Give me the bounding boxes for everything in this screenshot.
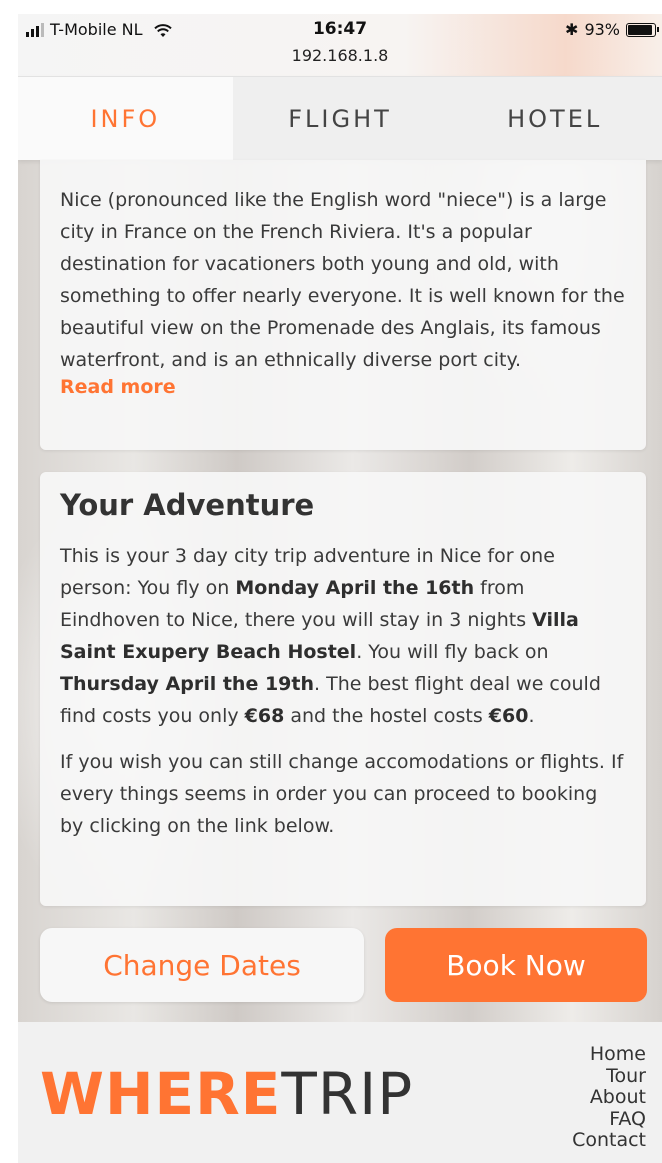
- tab-flight[interactable]: FLIGHT: [233, 77, 448, 160]
- summary-text: . You will fly back on: [356, 641, 549, 663]
- departure-date: Monday April the 16th: [235, 577, 475, 599]
- hostel-price: €60: [488, 705, 529, 727]
- adventure-card: Your Adventure This is your 3 day city t…: [40, 472, 646, 906]
- wheretrip-logo[interactable]: WHERETRIP: [40, 1060, 413, 1128]
- adventure-summary: This is your 3 day city trip adventure i…: [60, 540, 626, 732]
- tab-info[interactable]: INFO: [18, 77, 233, 160]
- adventure-note: If you wish you can still change accomod…: [60, 751, 624, 837]
- book-now-button[interactable]: Book Now: [385, 928, 647, 1002]
- footer: WHERETRIP Home Tour About FAQ Contact: [18, 1022, 662, 1163]
- change-dates-button[interactable]: Change Dates: [40, 928, 364, 1002]
- status-bar: T-Mobile NL 16:47 192.168.1.8 ✱ 93%: [18, 14, 662, 76]
- info-description: Nice (pronounced like the English word "…: [60, 189, 625, 371]
- footer-link-contact[interactable]: Contact: [572, 1129, 646, 1152]
- footer-link-tour[interactable]: Tour: [572, 1065, 646, 1088]
- logo-accent: WHERE: [40, 1060, 282, 1128]
- tab-bar: INFO FLIGHT HOTEL: [18, 76, 662, 160]
- read-more-link[interactable]: Read more: [60, 376, 176, 398]
- adventure-title: Your Adventure: [60, 488, 315, 522]
- phone-screen: T-Mobile NL 16:47 192.168.1.8 ✱ 93% INFO…: [18, 14, 662, 1163]
- logo-rest: TRIP: [281, 1060, 414, 1128]
- tab-hotel[interactable]: HOTEL: [447, 77, 662, 160]
- flight-price: €68: [244, 705, 285, 727]
- footer-link-about[interactable]: About: [572, 1086, 646, 1109]
- status-right: ✱ 93%: [565, 20, 659, 39]
- footer-link-faq[interactable]: FAQ: [572, 1108, 646, 1131]
- bluetooth-icon: ✱: [565, 20, 579, 39]
- summary-text: and the hostel costs: [284, 705, 489, 727]
- footer-nav: Home Tour About FAQ Contact: [572, 1043, 646, 1152]
- battery-icon: [626, 22, 659, 37]
- return-date: Thursday April the 19th: [60, 673, 315, 695]
- footer-link-home[interactable]: Home: [572, 1043, 646, 1066]
- info-card: Nice (pronounced like the English word "…: [40, 160, 646, 450]
- address-bar-url[interactable]: 192.168.1.8: [18, 46, 662, 65]
- battery-percent: 93%: [584, 20, 620, 39]
- summary-text: .: [528, 705, 535, 727]
